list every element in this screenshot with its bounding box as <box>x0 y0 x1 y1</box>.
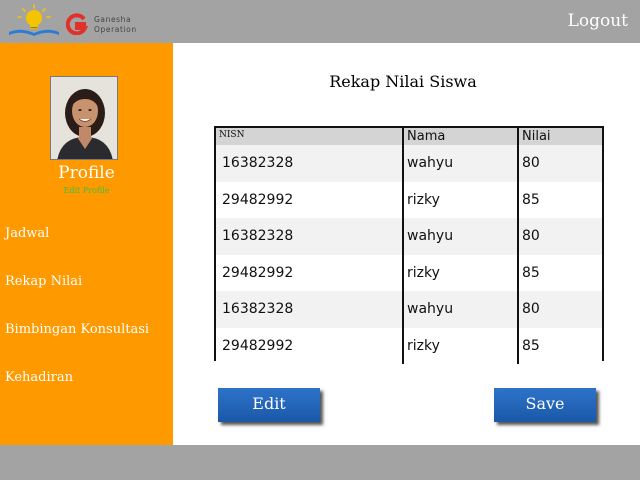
sidebar: Profile Edit Profile Jadwal Rekap Nilai … <box>0 43 173 445</box>
cell-nisn[interactable]: 29482992 <box>216 327 404 364</box>
grades-table-grid: NISN Nama Nilai 16382328 wahyu 80 294829… <box>216 128 602 364</box>
lightbulb-book-logo-icon <box>9 4 59 36</box>
column-header-nama[interactable]: Nama <box>403 128 519 145</box>
g-logo-icon <box>66 13 88 35</box>
cell-nama[interactable]: rizky <box>403 327 519 364</box>
column-header-nilai[interactable]: Nilai <box>518 128 602 145</box>
cell-nilai[interactable]: 80 <box>518 145 602 182</box>
cell-nisn[interactable]: 29482992 <box>216 181 404 218</box>
sidebar-item-jadwal[interactable]: Jadwal <box>5 226 49 241</box>
save-button[interactable]: Save <box>494 388 596 422</box>
footer-bar <box>0 445 640 480</box>
sidebar-item-kehadiran[interactable]: Kehadiran <box>5 370 73 385</box>
logout-link[interactable]: Logout <box>568 11 628 31</box>
edit-button[interactable]: Edit <box>218 388 320 422</box>
profile-photo <box>51 77 117 159</box>
brand-line-1: Ganesha <box>94 15 132 24</box>
cell-nisn[interactable]: 16382328 <box>216 145 404 182</box>
cell-nilai[interactable]: 80 <box>518 218 602 255</box>
cell-nama[interactable]: rizky <box>403 181 519 218</box>
cell-nama[interactable]: wahyu <box>403 218 519 255</box>
grades-table: NISN Nama Nilai 16382328 wahyu 80 294829… <box>214 126 604 364</box>
sidebar-item-rekap-nilai[interactable]: Rekap Nilai <box>5 274 82 289</box>
table-row[interactable]: 16382328 wahyu 80 <box>216 218 602 255</box>
cell-nilai[interactable]: 85 <box>518 327 602 364</box>
sidebar-item-bimbingan-konsultasi[interactable]: Bimbingan Konsultasi <box>5 322 149 337</box>
edit-profile-link[interactable]: Edit Profile <box>0 186 173 195</box>
cell-nama[interactable]: wahyu <box>403 145 519 182</box>
table-row[interactable]: 16382328 wahyu 80 <box>216 145 602 182</box>
table-row[interactable]: 16382328 wahyu 80 <box>216 291 602 328</box>
cell-nisn[interactable]: 29482992 <box>216 254 404 291</box>
table-row[interactable]: 29482992 rizky 85 <box>216 181 602 218</box>
cell-nama[interactable]: rizky <box>403 254 519 291</box>
cell-nilai[interactable]: 85 <box>518 254 602 291</box>
brand-line-2: Operation <box>94 25 137 34</box>
top-bar: Ganesha Operation Logout <box>0 0 640 43</box>
table-header-row: NISN Nama Nilai <box>216 128 602 145</box>
brand-name: Ganesha Operation <box>94 15 137 35</box>
profile-title: Profile <box>58 163 115 183</box>
cell-nama[interactable]: wahyu <box>403 291 519 328</box>
avatar <box>50 76 118 160</box>
table-row[interactable]: 29482992 rizky 85 <box>216 254 602 291</box>
page-title: Rekap Nilai Siswa <box>329 72 477 91</box>
cell-nilai[interactable]: 85 <box>518 181 602 218</box>
cell-nisn[interactable]: 16382328 <box>216 291 404 328</box>
cell-nisn[interactable]: 16382328 <box>216 218 404 255</box>
cell-nilai[interactable]: 80 <box>518 291 602 328</box>
column-header-nisn[interactable]: NISN <box>216 128 404 145</box>
table-row[interactable]: 29482992 rizky 85 <box>216 327 602 364</box>
